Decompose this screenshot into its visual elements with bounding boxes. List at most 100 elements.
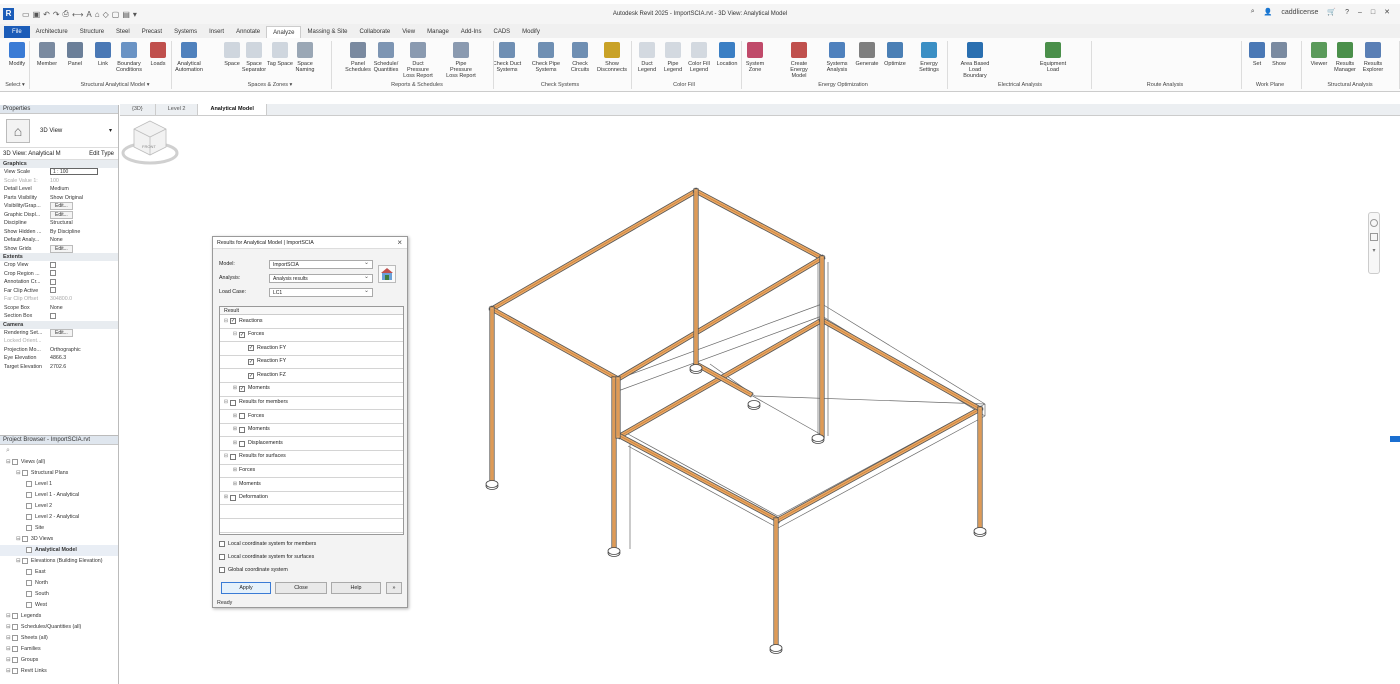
browser-item[interactable]: Level 1 - Analytical bbox=[0, 490, 118, 501]
edit-type-button[interactable]: Edit Type bbox=[89, 151, 114, 157]
ribbon-button-area-based-load-boundary[interactable]: Area Based Load Boundary bbox=[960, 42, 990, 79]
browser-item[interactable]: ⊟ Structural Plans bbox=[0, 468, 118, 479]
nav-dropdown-icon[interactable]: ▾ bbox=[1369, 247, 1379, 254]
ribbon-group-label[interactable]: Work Plane bbox=[1240, 82, 1300, 88]
property-value[interactable]: 100 bbox=[50, 177, 118, 186]
ribbon-button-boundary-conditions[interactable]: Boundary Conditions bbox=[114, 42, 144, 73]
ribbon-group-label[interactable]: Energy Optimization bbox=[740, 82, 946, 88]
browser-item[interactable]: South bbox=[0, 589, 118, 600]
property-value[interactable] bbox=[50, 261, 118, 270]
tab-view[interactable]: View bbox=[396, 26, 421, 38]
result-checkbox[interactable]: ✓ bbox=[248, 372, 254, 379]
ribbon-button-system-zone[interactable]: System Zone bbox=[740, 42, 770, 73]
property-checkbox[interactable] bbox=[50, 261, 56, 268]
property-value[interactable]: Edit... bbox=[50, 244, 118, 254]
minimize-icon[interactable]: – bbox=[1358, 9, 1362, 16]
result-checkbox[interactable]: ✓ bbox=[230, 318, 236, 325]
property-value[interactable]: Orthographic bbox=[50, 346, 118, 355]
property-category[interactable]: Extents bbox=[0, 253, 118, 261]
tab-structure[interactable]: Structure bbox=[74, 26, 110, 38]
property-value[interactable] bbox=[50, 312, 118, 321]
ribbon-button-energy-settings[interactable]: Energy Settings bbox=[914, 42, 944, 73]
browser-item[interactable]: ⊟ Revit Links bbox=[0, 666, 118, 677]
ribbon-button-check-circuits[interactable]: Check Circuits bbox=[565, 42, 595, 73]
edit-button[interactable]: Edit... bbox=[50, 328, 73, 337]
ribbon-button-location[interactable]: Location bbox=[712, 42, 742, 67]
browser-item[interactable]: Site bbox=[0, 523, 118, 534]
ribbon-group-label[interactable]: Check Systems bbox=[490, 82, 630, 88]
dialog-field-select[interactable]: ImportSCIA bbox=[269, 259, 373, 269]
ribbon-button-modify[interactable]: Modify bbox=[2, 42, 32, 67]
result-checkbox[interactable] bbox=[230, 454, 236, 461]
help-icon[interactable]: ? bbox=[1345, 9, 1349, 16]
steering-wheel-icon[interactable] bbox=[1370, 219, 1378, 227]
result-checkbox[interactable]: ✓ bbox=[248, 345, 254, 352]
property-value[interactable]: Edit... bbox=[50, 210, 118, 220]
browser-item[interactable]: Level 2 - Analytical bbox=[0, 512, 118, 523]
close-hidden-icon[interactable]: ▢ bbox=[112, 10, 120, 19]
ribbon-button-panel-schedules[interactable]: Panel Schedules bbox=[343, 42, 373, 73]
dialog-close-icon[interactable]: × bbox=[397, 237, 402, 249]
viewcube[interactable]: FRONT bbox=[120, 117, 180, 167]
property-value[interactable] bbox=[50, 270, 118, 279]
search-icon[interactable]: ⌕ bbox=[1251, 8, 1255, 16]
print-icon[interactable]: ⎙ bbox=[63, 9, 69, 19]
ribbon-group-label[interactable]: Structural Analytical Model ▾ bbox=[60, 82, 170, 88]
result-tree-row[interactable]: ⊞ Moments bbox=[220, 424, 403, 438]
property-value[interactable] bbox=[50, 337, 118, 346]
browser-item[interactable]: ⊟ 3D Views bbox=[0, 534, 118, 545]
property-value[interactable]: Show Original bbox=[50, 194, 118, 203]
edit-button[interactable]: Edit... bbox=[50, 244, 73, 253]
view-tab[interactable]: {3D} bbox=[120, 104, 156, 115]
property-checkbox[interactable] bbox=[50, 270, 56, 277]
ribbon-group-label[interactable]: Route Analysis bbox=[1090, 82, 1240, 88]
maximize-icon[interactable]: □ bbox=[1371, 9, 1375, 16]
result-tree-row[interactable]: ⊞ Deformation bbox=[220, 492, 403, 506]
result-checkbox[interactable] bbox=[239, 413, 245, 420]
browser-item[interactable]: Level 1 bbox=[0, 479, 118, 490]
property-value[interactable] bbox=[50, 278, 118, 287]
results-tree[interactable]: Result ⊟ ✓ Reactions ⊟ ✓ Forces ✓ Reaction FY ✓ R… bbox=[219, 306, 404, 535]
ribbon-button-systems-analysis[interactable]: Systems Analysis bbox=[822, 42, 852, 73]
browser-item[interactable]: East bbox=[0, 567, 118, 578]
property-value[interactable]: Edit... bbox=[50, 202, 118, 211]
browser-search-icon[interactable]: ⌕ bbox=[0, 445, 118, 457]
3d-view-icon[interactable]: ⌂ bbox=[95, 10, 100, 19]
result-tree-row[interactable]: ⊞ Forces bbox=[220, 410, 403, 424]
browser-item[interactable]: Analytical Model bbox=[0, 545, 118, 556]
property-value[interactable]: 2702.6 bbox=[50, 363, 118, 372]
tab-cads[interactable]: CADS bbox=[487, 26, 516, 38]
tab-precast[interactable]: Precast bbox=[136, 26, 168, 38]
tree-expand-icon[interactable]: ⊞ bbox=[231, 423, 239, 437]
cart-icon[interactable]: 🛒 bbox=[1327, 8, 1336, 16]
property-value[interactable]: By Discipline bbox=[50, 228, 118, 237]
tree-expand-icon[interactable]: ⊟ bbox=[222, 396, 230, 410]
result-tree-row[interactable]: ⊟ ✓ Reactions bbox=[220, 315, 403, 329]
more-button[interactable]: » bbox=[386, 582, 402, 594]
ribbon-button-show[interactable]: Show bbox=[1264, 42, 1294, 67]
result-tree-row[interactable]: ✓ Reaction FY bbox=[220, 356, 403, 370]
result-tree-row[interactable]: ✓ Reaction FZ bbox=[220, 369, 403, 383]
coordinate-option[interactable]: Global coordinate system bbox=[219, 565, 288, 575]
ribbon-button-panel[interactable]: Panel bbox=[60, 42, 90, 67]
property-value[interactable]: None bbox=[50, 236, 118, 245]
ribbon-button-results-explorer[interactable]: Results Explorer bbox=[1358, 42, 1388, 73]
ribbon-button-duct-pressure-loss-report[interactable]: Duct Pressure Loss Report bbox=[403, 42, 433, 79]
tab-insert[interactable]: Insert bbox=[203, 26, 230, 38]
edit-button[interactable]: Edit... bbox=[50, 202, 73, 210]
coordinate-option[interactable]: Local coordinate system for surfaces bbox=[219, 552, 314, 562]
browser-item[interactable]: North bbox=[0, 578, 118, 589]
close-icon[interactable]: ✕ bbox=[1384, 8, 1390, 16]
help-button[interactable]: Help bbox=[331, 582, 381, 594]
user-name[interactable]: caddlicense bbox=[1281, 9, 1318, 16]
tree-expand-icon[interactable]: ⊞ bbox=[231, 478, 239, 492]
result-tree-row[interactable]: ⊞ Displacements bbox=[220, 437, 403, 451]
ribbon-group-label[interactable]: Electrical Analysis bbox=[950, 82, 1090, 88]
property-value[interactable]: Structural bbox=[50, 219, 118, 228]
ribbon-button-generate[interactable]: Generate bbox=[852, 42, 882, 67]
ribbon-button-check-duct-systems[interactable]: Check Duct Systems bbox=[492, 42, 522, 73]
property-category[interactable]: Camera bbox=[0, 320, 118, 329]
result-checkbox[interactable] bbox=[230, 495, 236, 502]
close-button[interactable]: Close bbox=[275, 582, 327, 594]
result-checkbox[interactable]: ✓ bbox=[248, 359, 254, 366]
